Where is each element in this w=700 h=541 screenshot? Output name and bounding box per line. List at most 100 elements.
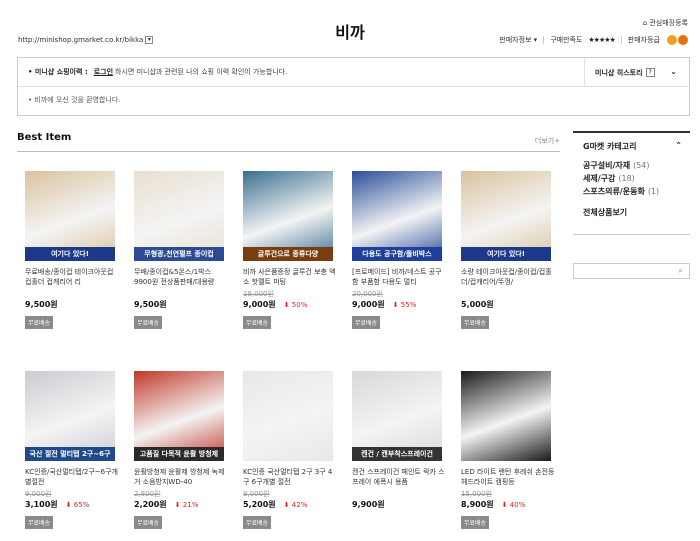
- product-banner: 다용도 공구함/플비박스: [352, 247, 442, 261]
- chevron-down-icon[interactable]: ⌄: [670, 67, 677, 76]
- home-icon: ⌂: [642, 19, 648, 27]
- more-link[interactable]: 더보기+: [535, 136, 560, 146]
- product-name[interactable]: 윤활방청제 윤활제 방청제 녹제거 소음방지WD-40: [134, 467, 229, 487]
- product-card[interactable]: 고품질 다목적 윤활 방청제윤활방청제 윤활제 방청제 녹제거 소음방지WD-4…: [134, 371, 229, 529]
- down-arrow-icon: ⬇: [501, 500, 508, 509]
- original-price: [352, 489, 447, 498]
- product-price: 9,000원: [243, 300, 276, 309]
- product-image[interactable]: 국산 절전 멀티탭 2구~6구: [25, 371, 115, 461]
- best-item-header: Best Item 더보기+: [17, 132, 560, 152]
- original-price: 15,000원: [461, 490, 492, 498]
- free-shipping-badge: 무료배송: [25, 316, 54, 329]
- product-card[interactable]: 여기다 있다! 무료배송/종이컵 테이크아웃컵 컵홀더 컵캐리어 리 9,500원무…: [25, 171, 120, 329]
- product-image[interactable]: 여기다 있다!: [25, 171, 115, 261]
- free-shipping-badge: 무료배송: [134, 316, 163, 329]
- original-price: 20,000원: [352, 290, 383, 298]
- login-link[interactable]: 로그인: [94, 67, 113, 77]
- original-price: 9,000원: [243, 490, 270, 498]
- category-item[interactable]: 세제/구강 (18): [583, 172, 680, 185]
- product-banner: 무형광,천연펄프 종이컵: [134, 247, 224, 261]
- product-price: 9,500원: [25, 300, 58, 309]
- product-name[interactable]: 소량 테이크아웃컵/종이컵/컵홀더/컵캐리어/뚜껑/: [461, 267, 556, 287]
- down-arrow-icon: ⬇: [283, 300, 290, 309]
- category-item[interactable]: 공구설비/자재 (54): [583, 159, 680, 172]
- product-card[interactable]: KC인증 국산멀티탭 2구 3구 4구 6구개별 절전 9,000원 5,200원 ⬇…: [243, 371, 338, 529]
- free-shipping-badge: 무료배송: [243, 516, 272, 529]
- product-banner: 고품질 다목적 윤활 방청제: [134, 447, 224, 461]
- product-card[interactable]: 캔건 / 캔부착스프레이건캔건 스프레이건 페인트 락카 스프레이 에폭시 용품…: [352, 371, 447, 510]
- original-price: 18,000원: [243, 290, 274, 298]
- down-arrow-icon: ⬇: [283, 500, 290, 509]
- product-price: 8,900원: [461, 500, 494, 509]
- product-name[interactable]: KC인증 국산멀티탭 2구 3구 4구 6구개별 절전: [243, 467, 338, 487]
- medal-icon: [678, 35, 688, 45]
- free-shipping-badge: 무료배송: [461, 316, 490, 329]
- chevron-up-icon[interactable]: ⌃: [675, 141, 682, 150]
- product-image[interactable]: 글루건으로 종류다양: [243, 171, 333, 261]
- category-item[interactable]: 스포츠의류/운동화 (1): [583, 185, 680, 198]
- discount-rate: ⬇ 50%: [283, 300, 308, 309]
- product-name[interactable]: KC인증/국산멀티탭/2구~6구개별절전: [25, 467, 120, 487]
- welcome-message: • 비까에 오신 것을 환영합니다.: [28, 96, 121, 104]
- rating-stars: ★★★★★: [588, 36, 615, 44]
- original-price: [25, 289, 120, 298]
- all-products-link[interactable]: 전체상품보기: [583, 206, 680, 219]
- product-banner: 여기다 있다!: [25, 247, 115, 261]
- product-image[interactable]: [461, 371, 551, 461]
- product-banner: 국산 절전 멀티탭 2구~6구: [25, 447, 115, 461]
- seller-bar: 판매자정보 ▾ 구매만족도 ★★★★★ 판매자등급: [499, 35, 688, 45]
- crown-icon: [667, 35, 677, 45]
- discount-rate: ⬇ 21%: [174, 500, 199, 509]
- free-shipping-badge: 무료배송: [25, 516, 54, 529]
- down-arrow-icon: ⬇: [174, 500, 181, 509]
- product-image[interactable]: 무형광,천연펄프 종이컵: [134, 171, 224, 261]
- product-name[interactable]: 캔건 스프레이건 페인트 락카 스프레이 에폭시 용품: [352, 467, 447, 487]
- product-price: 2,200원: [134, 500, 167, 509]
- product-image[interactable]: 고품질 다목적 윤활 방청제: [134, 371, 224, 461]
- product-name[interactable]: [프로메이드] 비까/네스트 공구함 부품함 다용도 멀티: [352, 267, 447, 287]
- product-card[interactable]: LED 라이트 랜턴 후레쉬 손전등 헤드라이트 캠핑등 15,000원 8,900…: [461, 371, 556, 529]
- product-name[interactable]: 비까 사은품증정 글루건 보충 액소 핫멜트 미팅: [243, 267, 338, 287]
- product-banner: 글루건으로 종류다양: [243, 247, 333, 261]
- down-arrow-icon: ⬇: [65, 500, 72, 509]
- product-price: 9,500원: [134, 300, 167, 309]
- free-shipping-badge: 무료배송: [134, 516, 163, 529]
- down-arrow-icon: ⬇: [392, 300, 399, 309]
- product-price: 9,900원: [352, 500, 385, 509]
- free-shipping-badge: 무료배송: [243, 316, 272, 329]
- discount-rate: ⬇ 55%: [392, 300, 417, 309]
- help-icon[interactable]: ?: [645, 68, 655, 77]
- category-header[interactable]: G마켓 카테고리 ⌃: [573, 131, 690, 157]
- product-price: 3,100원: [25, 500, 58, 509]
- discount-rate: ⬇ 65%: [65, 500, 90, 509]
- product-image[interactable]: 캔건 / 캔부착스프레이건: [352, 371, 442, 461]
- discount-rate: ⬇ 42%: [283, 500, 308, 509]
- product-name[interactable]: 무배/종이컵&5온스/1박스 9900원 전상품판매/대용량: [134, 267, 229, 287]
- original-price: [134, 289, 229, 298]
- mini-history-label: • 미니샵 쇼핑이력 :: [28, 68, 88, 76]
- minishop-history-toggle[interactable]: 미니샵 히스토리? ⌄: [584, 58, 689, 87]
- product-price: 9,000원: [352, 300, 385, 309]
- free-shipping-badge: 무료배송: [352, 316, 381, 329]
- product-price: 5,200원: [243, 500, 276, 509]
- rating-label: 구매만족도: [550, 36, 583, 44]
- product-image[interactable]: 다용도 공구함/플비박스: [352, 171, 442, 261]
- product-price: 5,000원: [461, 300, 494, 309]
- product-image[interactable]: [243, 371, 333, 461]
- seller-info-link[interactable]: 판매자정보 ▾: [499, 35, 537, 45]
- product-name[interactable]: 무료배송/종이컵 테이크아웃컵 컵홀더 컵캐리어 리: [25, 267, 120, 287]
- mini-history-message: 하시면 미니샵과 관련된 나의 쇼핑 이력 확인이 가능합니다.: [115, 68, 288, 76]
- product-card[interactable]: 여기다 있다! 소량 테이크아웃컵/종이컵/컵홀더/컵캐리어/뚜껑/5,000원무…: [461, 171, 556, 329]
- favorite-shop-link[interactable]: ⌂ 관심매장등록: [643, 18, 688, 28]
- search-icon[interactable]: ⌕: [679, 266, 683, 276]
- original-price: 9,000원: [25, 490, 52, 498]
- product-card[interactable]: 국산 절전 멀티탭 2구~6구 KC인증/국산멀티탭/2구~6구개별절전 9,000…: [25, 371, 120, 529]
- product-card[interactable]: 글루건으로 종류다양비까 사은품증정 글루건 보충 액소 핫멜트 미팅 18,00…: [243, 171, 338, 329]
- product-name[interactable]: LED 라이트 랜턴 후레쉬 손전등 헤드라이트 캠핑등: [461, 467, 556, 487]
- product-image[interactable]: 여기다 있다!: [461, 171, 551, 261]
- product-banner: 여기다 있다!: [461, 247, 551, 261]
- best-item-title: Best Item: [17, 132, 72, 143]
- product-card[interactable]: 다용도 공구함/플비박스 [프로메이드] 비까/네스트 공구함 부품함 다용도 멀…: [352, 171, 447, 329]
- shop-search-input[interactable]: ⌕: [573, 263, 690, 279]
- product-card[interactable]: 무형광,천연펄프 종이컵무배/종이컵&5온스/1박스 9900원 전상품판매/대…: [134, 171, 229, 329]
